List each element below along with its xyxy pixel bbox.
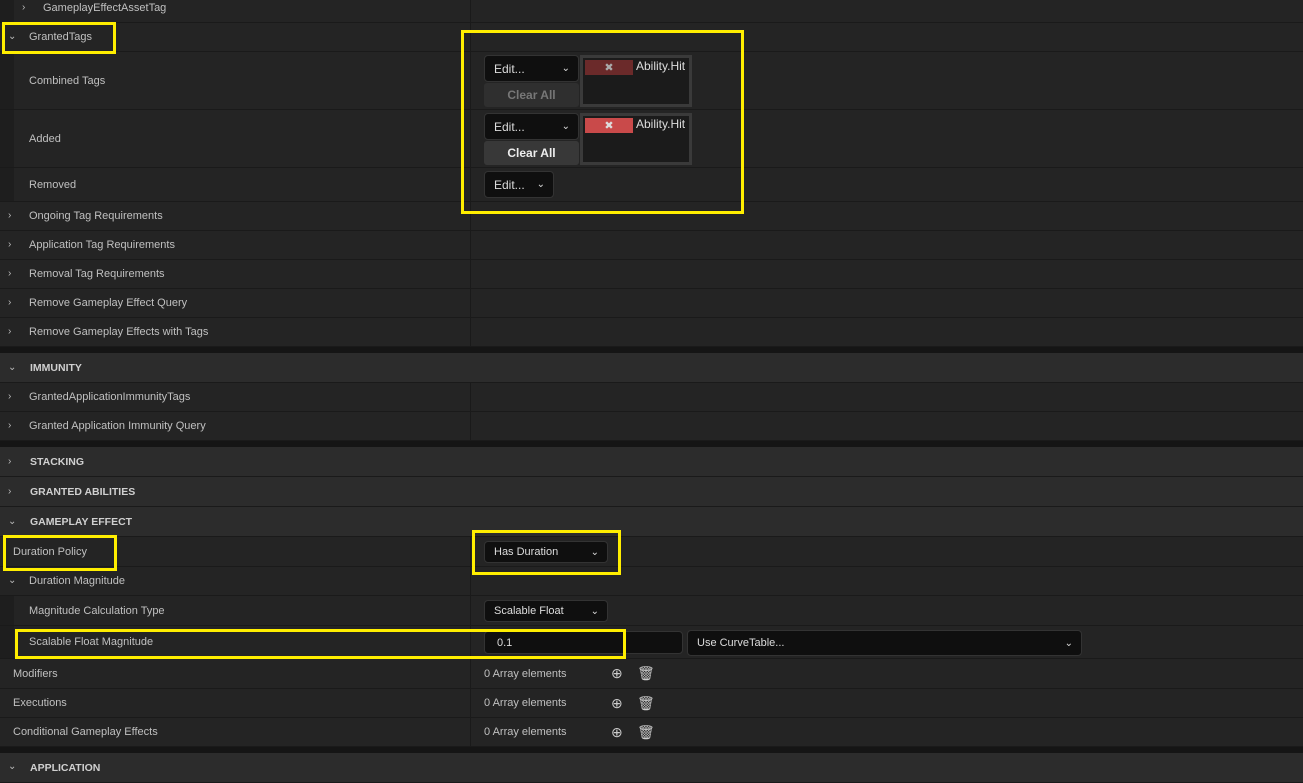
row-scalable-float: Scalable Float Magnitude 0.1 Use CurveTa… bbox=[0, 626, 1303, 659]
row-granted-tags[interactable]: ⌄ GrantedTags bbox=[0, 23, 1303, 52]
section-immunity[interactable]: ⌄ IMMUNITY bbox=[0, 353, 1303, 383]
chevron-down-icon: ⌄ bbox=[561, 121, 570, 132]
chevron-down-icon[interactable]: ⌄ bbox=[8, 362, 18, 373]
combined-tags-list: ✖ Ability.Hit bbox=[580, 55, 692, 107]
tag-label: Ability.Hit bbox=[636, 117, 686, 131]
row-ongoing[interactable]: › Ongoing Tag Requirements bbox=[0, 202, 1303, 231]
row-immunity-tags[interactable]: › GrantedApplicationImmunityTags bbox=[0, 383, 1303, 412]
trash-icon[interactable]: 🗑 bbox=[637, 724, 655, 741]
row-removed: Removed Edit... ⌄ bbox=[0, 168, 1303, 202]
duration-policy-dropdown[interactable]: Has Duration ⌄ bbox=[484, 541, 608, 563]
chevron-down-icon: ⌄ bbox=[561, 63, 570, 74]
added-tags-list: ✖ Ability.Hit bbox=[580, 113, 692, 165]
section-application[interactable]: ⌄ APPLICATION bbox=[0, 753, 1303, 783]
clear-all-button-disabled: Clear All bbox=[484, 83, 579, 107]
chevron-right-icon[interactable]: › bbox=[8, 240, 18, 250]
row-executions: Executions 0 Array elements ⊕ 🗑 bbox=[0, 689, 1303, 718]
row-conditional: Conditional Gameplay Effects 0 Array ele… bbox=[0, 718, 1303, 747]
chevron-right-icon[interactable]: › bbox=[8, 269, 18, 279]
chevron-right-icon[interactable]: › bbox=[8, 327, 18, 337]
row-added: Added Edit... ⌄ Clear All ✖ Ability.Hit bbox=[0, 110, 1303, 168]
chevron-down-icon: ⌄ bbox=[1064, 637, 1073, 649]
tag-remove-button-disabled: ✖ bbox=[585, 60, 633, 75]
chevron-down-icon: ⌄ bbox=[536, 179, 545, 190]
chevron-right-icon[interactable]: › bbox=[8, 392, 18, 402]
plus-circle-icon[interactable]: ⊕ bbox=[611, 724, 623, 741]
edit-combined-dropdown[interactable]: Edit... ⌄ bbox=[484, 55, 579, 82]
row-removal-req[interactable]: › Removal Tag Requirements bbox=[0, 260, 1303, 289]
row-immunity-query[interactable]: › Granted Application Immunity Query bbox=[0, 412, 1303, 441]
section-granted-abilities[interactable]: › GRANTED ABILITIES bbox=[0, 477, 1303, 507]
chevron-right-icon[interactable]: › bbox=[8, 486, 18, 497]
mag-calc-type-dropdown[interactable]: Scalable Float ⌄ bbox=[484, 600, 608, 622]
section-stacking[interactable]: › STACKING bbox=[0, 447, 1303, 477]
chevron-down-icon: ⌄ bbox=[590, 546, 599, 558]
chevron-down-icon[interactable]: ⌄ bbox=[8, 516, 18, 527]
edit-added-dropdown[interactable]: Edit... ⌄ bbox=[484, 113, 579, 140]
scalable-float-input[interactable]: 0.1 bbox=[484, 631, 683, 654]
row-application-req[interactable]: › Application Tag Requirements bbox=[0, 231, 1303, 260]
clear-all-button[interactable]: Clear All bbox=[484, 141, 579, 165]
edit-removed-dropdown[interactable]: Edit... ⌄ bbox=[484, 171, 554, 198]
tag-label: Ability.Hit bbox=[636, 59, 686, 73]
chevron-right-icon[interactable]: › bbox=[8, 456, 18, 467]
trash-icon[interactable]: 🗑 bbox=[637, 665, 655, 682]
tag-remove-button[interactable]: ✖ bbox=[585, 118, 633, 133]
chevron-right-icon[interactable]: › bbox=[8, 421, 18, 431]
row-remove-with-tags[interactable]: › Remove Gameplay Effects with Tags bbox=[0, 318, 1303, 347]
row-duration-policy: Duration Policy Has Duration ⌄ bbox=[0, 537, 1303, 567]
plus-circle-icon[interactable]: ⊕ bbox=[611, 665, 623, 682]
row-asset-tag[interactable]: › GameplayEffectAssetTag bbox=[0, 0, 1303, 23]
row-combined-tags: Combined Tags Edit... ⌄ Clear All ✖ Abilit… bbox=[0, 52, 1303, 110]
curve-table-dropdown[interactable]: Use CurveTable... ⌄ bbox=[687, 630, 1082, 656]
row-duration-magnitude[interactable]: ⌄ Duration Magnitude bbox=[0, 567, 1303, 596]
chevron-down-icon[interactable]: ⌄ bbox=[8, 32, 18, 42]
plus-circle-icon[interactable]: ⊕ bbox=[611, 695, 623, 712]
chevron-right-icon[interactable]: › bbox=[22, 3, 32, 13]
row-modifiers: Modifiers 0 Array elements ⊕ 🗑 bbox=[0, 659, 1303, 689]
trash-icon[interactable]: 🗑 bbox=[637, 695, 655, 712]
section-gameplay-effect[interactable]: ⌄ GAMEPLAY EFFECT bbox=[0, 507, 1303, 537]
row-mag-calc-type: Magnitude Calculation Type Scalable Floa… bbox=[0, 596, 1303, 626]
row-remove-query[interactable]: › Remove Gameplay Effect Query bbox=[0, 289, 1303, 318]
chevron-right-icon[interactable]: › bbox=[8, 298, 18, 308]
chevron-down-icon[interactable]: ⌄ bbox=[8, 762, 18, 772]
chevron-down-icon: ⌄ bbox=[590, 605, 599, 617]
chevron-down-icon[interactable]: ⌄ bbox=[8, 576, 18, 586]
chevron-right-icon[interactable]: › bbox=[8, 211, 18, 221]
